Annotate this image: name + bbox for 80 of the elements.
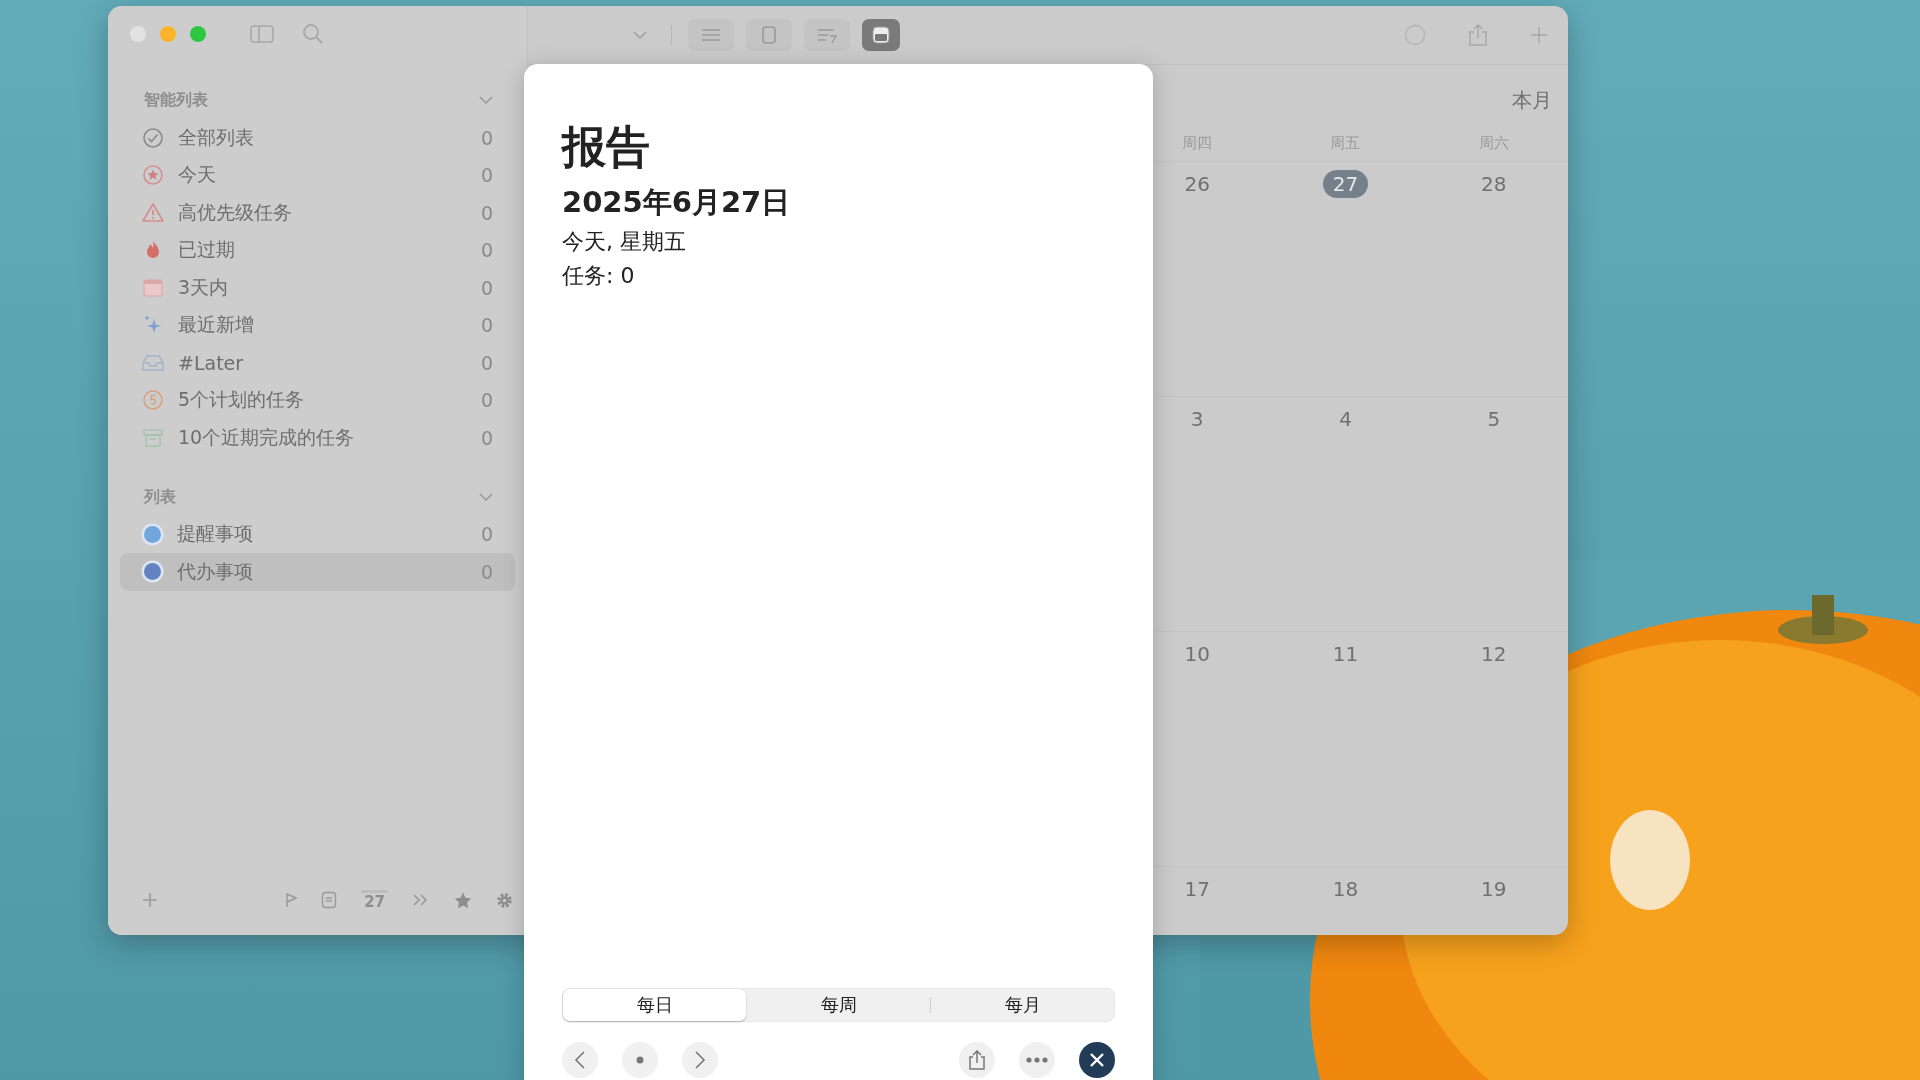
smart-list-label[interactable]: 今天 bbox=[178, 162, 481, 189]
smart-list-label[interactable]: 3天内 bbox=[178, 274, 481, 301]
report-date: 2025年6月27日 bbox=[562, 184, 792, 221]
chevron-left-icon bbox=[574, 1051, 586, 1069]
date-number[interactable]: 10 bbox=[1174, 640, 1220, 668]
close-button[interactable] bbox=[1079, 1042, 1115, 1078]
item-count: 0 bbox=[480, 351, 493, 374]
smart-list-label[interactable]: #Later bbox=[178, 351, 481, 374]
date-number[interactable]: 12 bbox=[1471, 640, 1517, 668]
warning-icon bbox=[142, 201, 164, 224]
minimize-button[interactable] bbox=[160, 26, 176, 42]
weekday-text: 今天, 星期五 bbox=[562, 228, 687, 256]
task-count: 任务: 0 bbox=[562, 262, 636, 290]
chevron-down-icon[interactable] bbox=[479, 96, 493, 105]
item-count: 0 bbox=[480, 201, 493, 224]
settings-icon[interactable] bbox=[496, 891, 513, 909]
period-tab[interactable]: 每日 bbox=[563, 989, 746, 1021]
list-item[interactable]: 提醒事项 0 bbox=[120, 515, 515, 553]
plus-icon[interactable] bbox=[1530, 26, 1548, 44]
share-icon[interactable] bbox=[1468, 23, 1488, 47]
note-icon[interactable] bbox=[321, 891, 338, 909]
date-number[interactable]: 28 bbox=[1471, 170, 1517, 198]
smart-list-label[interactable]: 5个计划的任务 bbox=[178, 387, 481, 414]
flag-icon[interactable] bbox=[285, 892, 298, 908]
chevron-down-icon[interactable] bbox=[633, 30, 647, 40]
calendar-icon bbox=[142, 276, 164, 299]
date-number[interactable]: 5 bbox=[1477, 405, 1511, 433]
today-button[interactable] bbox=[622, 1042, 658, 1078]
archive-box-icon bbox=[142, 426, 164, 449]
date-number[interactable]: 4 bbox=[1329, 405, 1362, 433]
star-icon[interactable] bbox=[454, 891, 472, 909]
share-icon bbox=[968, 1050, 986, 1070]
item-count: 0 bbox=[480, 276, 493, 299]
item-count: 0 bbox=[480, 426, 493, 449]
smart-list-label[interactable]: 10个近期完成的任务 bbox=[178, 424, 481, 451]
section-title: 列表 bbox=[144, 486, 176, 508]
period-tab[interactable]: 每周 bbox=[747, 989, 930, 1021]
chevron-down-icon[interactable] bbox=[479, 492, 493, 502]
date-number[interactable]: 26 bbox=[1174, 170, 1220, 198]
calendar-day-button[interactable]: 27 bbox=[361, 889, 388, 911]
card-view-button[interactable] bbox=[746, 19, 792, 51]
smart-list-label[interactable]: 全部列表 bbox=[178, 124, 481, 151]
dot-icon bbox=[636, 1056, 644, 1064]
smart-list-label[interactable]: 最近新增 bbox=[178, 312, 481, 339]
smart-list-label[interactable]: 已过期 bbox=[178, 237, 481, 264]
date-number[interactable]: 3 bbox=[1180, 405, 1214, 433]
item-count: 0 bbox=[480, 314, 493, 337]
item-count: 0 bbox=[480, 164, 493, 187]
calendar-view-button[interactable] bbox=[862, 19, 900, 51]
checkmark-circle-icon bbox=[142, 126, 164, 149]
date-number[interactable]: 27 bbox=[1322, 170, 1369, 198]
smart-list-label[interactable]: 高优先级任务 bbox=[178, 199, 481, 226]
list-view-button[interactable] bbox=[688, 19, 734, 51]
date-number[interactable]: 11 bbox=[1322, 640, 1369, 668]
date-number[interactable]: 18 bbox=[1322, 875, 1369, 903]
sort-view-button[interactable] bbox=[804, 19, 850, 51]
star-circle-icon bbox=[142, 164, 164, 187]
section-title: 智能列表 bbox=[144, 90, 208, 111]
double-chevron-icon[interactable] bbox=[412, 893, 430, 907]
more-button[interactable] bbox=[1019, 1042, 1055, 1078]
search-icon[interactable] bbox=[302, 23, 324, 45]
share-button[interactable] bbox=[959, 1042, 995, 1078]
date-number[interactable]: 19 bbox=[1471, 875, 1517, 903]
previous-button[interactable] bbox=[562, 1042, 598, 1078]
sidebar-toggle-icon[interactable] bbox=[250, 24, 274, 44]
item-count: 0 bbox=[480, 389, 493, 412]
calendar-icon bbox=[870, 25, 892, 45]
next-button[interactable] bbox=[682, 1042, 718, 1078]
report-title: 报告 bbox=[562, 120, 651, 174]
item-count: 0 bbox=[480, 126, 493, 149]
item-count: 0 bbox=[480, 239, 493, 262]
chevron-right-icon bbox=[694, 1051, 706, 1069]
date-number[interactable]: 17 bbox=[1174, 875, 1220, 903]
close-icon bbox=[1089, 1052, 1105, 1068]
range-label[interactable]: 本月 bbox=[1512, 87, 1552, 125]
ellipsis-icon bbox=[1026, 1057, 1048, 1063]
zoom-button[interactable] bbox=[190, 26, 206, 42]
period-tab[interactable]: 每月 bbox=[931, 989, 1114, 1021]
plus-icon[interactable] bbox=[142, 892, 158, 908]
number-circle-icon bbox=[142, 389, 164, 412]
